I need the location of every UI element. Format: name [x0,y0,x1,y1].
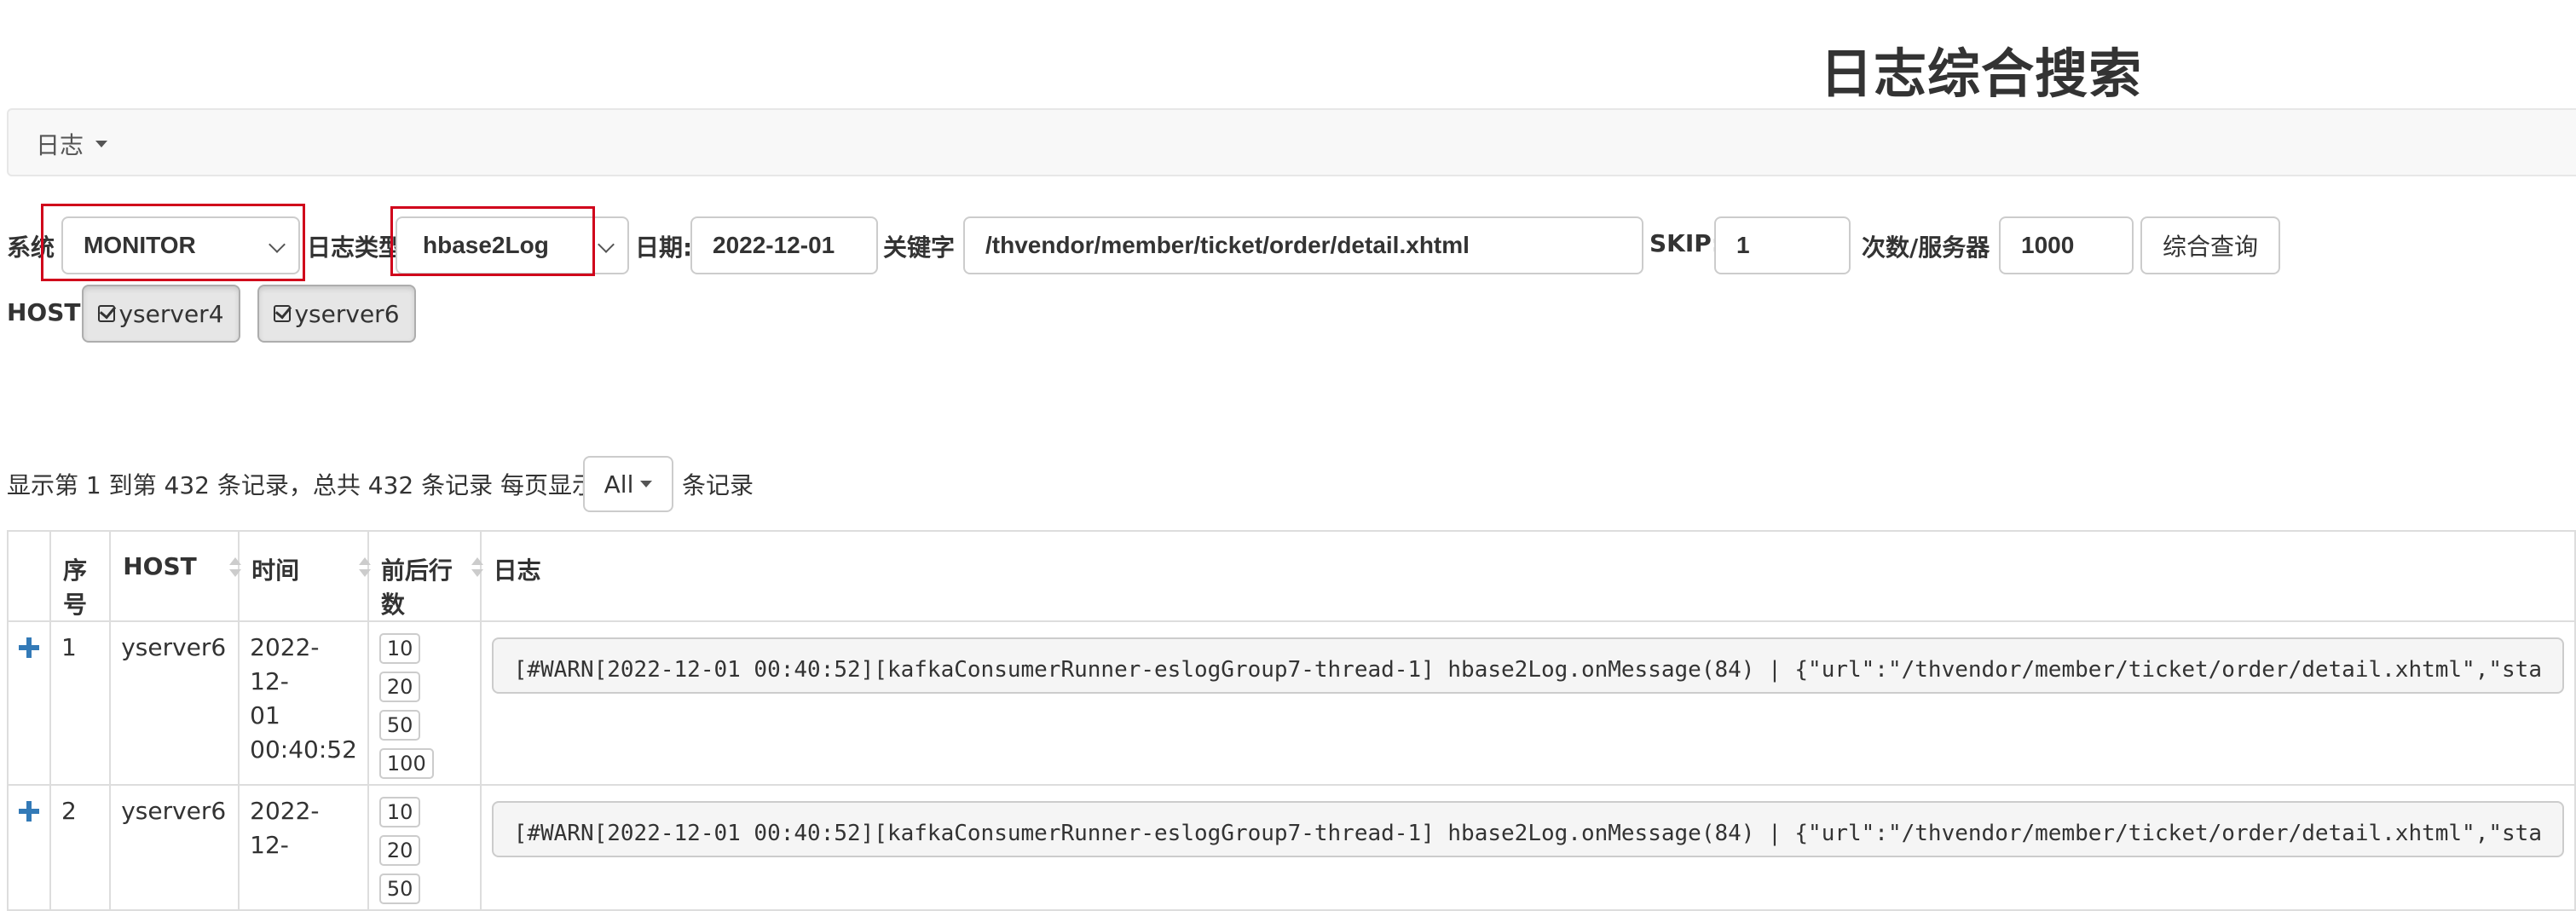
count-input[interactable]: 1000 [1999,216,2134,274]
system-select[interactable]: MONITOR [61,216,300,274]
system-label: 系统 [7,234,55,262]
keyword-input[interactable]: /thvendor/member/ticket/order/detail.xht… [963,216,1643,274]
host-toggle-label: yserver6 [294,299,400,328]
lines-20-button[interactable]: 20 [378,835,421,866]
log-content: [#WARN[2022-12-01 00:40:52][kafkaConsume… [491,637,2564,694]
chevron-down-icon [598,236,615,253]
log-cell: [#WARN[2022-12-01 00:40:52][kafkaConsume… [479,620,2576,786]
keyword-label: 关键字 [883,234,956,262]
log-table: 序号 HOST 时间 前后行数 日志 1 yserver6 2022-12- 0… [7,530,2576,911]
skip-label: SKIP: [1649,229,1721,257]
plus-icon[interactable] [19,637,39,658]
table-row: 1 yserver6 2022-12- 01 00:40:52 10 20 50 1… [7,620,2576,786]
checkbox-checked-icon [274,305,292,322]
lines-cell: 10 20 50 [367,784,482,911]
column-header-host[interactable]: HOST [109,530,242,622]
checkbox-checked-icon [98,305,116,322]
host-label: HOST [7,298,81,326]
log-cell: [#WARN[2022-12-01 00:40:52][kafkaConsume… [479,784,2576,911]
pagination-suffix: 条记录 [682,471,754,499]
column-header-index: 序号 [49,530,112,622]
log-content: [#WARN[2022-12-01 00:40:52][kafkaConsume… [491,801,2564,857]
time-cell: 2022-12- 01 00:40:52 [238,620,369,786]
caret-down-icon [95,141,108,147]
lines-20-button[interactable]: 20 [378,672,421,702]
skip-input-value: 1 [1736,232,1750,258]
lines-10-button[interactable]: 10 [378,633,421,664]
host-cell: yserver6 [109,620,240,786]
date-input[interactable]: 2022-12-01 [690,216,878,274]
date-input-value: 2022-12-01 [713,232,835,258]
page-size-dropdown[interactable]: All [583,456,673,512]
index-cell: 2 [49,784,112,911]
navbar: 日志 [7,108,2576,176]
log-menu-dropdown[interactable]: 日志 [36,127,108,161]
expand-cell [7,784,51,911]
index-cell: 1 [49,620,112,786]
skip-input[interactable]: 1 [1714,216,1851,274]
system-select-value: MONITOR [84,232,196,258]
caret-down-icon [640,481,653,487]
count-label: 次数/服务器 [1862,234,1990,262]
log-menu-label: 日志 [36,131,84,159]
lines-50-button[interactable]: 50 [378,874,421,904]
lines-50-button[interactable]: 50 [378,710,421,741]
logtype-select[interactable]: hbase2Log [396,216,629,274]
count-input-value: 1000 [2021,232,2075,258]
column-header-lines[interactable]: 前后行数 [367,530,483,622]
keyword-input-value: /thvendor/member/ticket/order/detail.xht… [985,232,1470,258]
host-toggle-yserver6[interactable]: yserver6 [257,285,416,343]
lines-cell: 10 20 50 100 [367,620,482,786]
time-cell: 2022-12- [238,784,369,911]
logtype-select-value: hbase2Log [423,232,549,258]
lines-10-button[interactable]: 10 [378,797,421,827]
expand-cell [7,620,51,786]
column-header-time[interactable]: 时间 [238,530,371,622]
table-row: 2 yserver6 2022-12- 10 20 50 [#WARN[2022-1… [7,784,2576,911]
page-title: 日志综合搜索 [1820,43,2143,105]
column-header-expand [7,530,51,622]
page-size-value: All [604,470,634,499]
plus-icon[interactable] [19,801,39,822]
pagination-summary: 显示第 1 到第 432 条记录，总共 432 条记录 每页显示 [7,471,597,499]
host-toggle-label: yserver4 [118,299,224,328]
lines-100-button[interactable]: 100 [378,748,434,779]
date-label: 日期: [635,234,693,262]
column-header-log: 日志 [479,530,2576,622]
host-toggle-yserver4[interactable]: yserver4 [82,285,240,343]
chevron-down-icon [269,236,286,253]
table-header-row: 序号 HOST 时间 前后行数 日志 [7,530,2576,622]
search-button[interactable]: 综合查询 [2140,216,2280,274]
host-cell: yserver6 [109,784,240,911]
